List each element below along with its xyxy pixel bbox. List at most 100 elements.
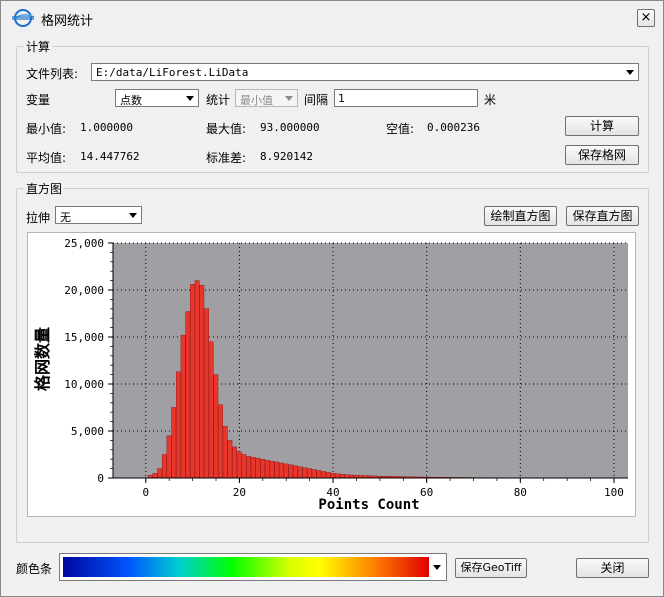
grid-statistics-window: 格网统计 × 计算 文件列表: E:/data/LiForest.LiData … (0, 0, 664, 597)
histogram-chart: 0 20 40 60 80 10005,00010,00015,00020,00025,0… (33, 237, 628, 513)
histogram-bar (278, 462, 284, 479)
x-tick-label: 60 (420, 486, 433, 499)
save-geotiff-button[interactable]: 保存GeoTiff (455, 558, 527, 578)
stretch-label: 拉伸 (26, 211, 51, 225)
chevron-down-icon (129, 213, 137, 218)
histogram-bar (166, 435, 172, 479)
colorbar-gradient (63, 557, 429, 577)
interval-value: 1 (338, 92, 345, 105)
save-histogram-button[interactable]: 保存直方图 (566, 206, 639, 226)
y-tick-label: 0 (97, 472, 104, 485)
histogram-group-title: 直方图 (24, 180, 65, 197)
file-list-value: E:/data/LiForest.LiData (96, 66, 249, 79)
max-value: 93.000000 (260, 121, 320, 134)
window-title: 格网统计 (41, 14, 94, 29)
histogram-bar (302, 467, 308, 479)
min-value: 1.000000 (80, 121, 133, 134)
histogram-chart-panel: 0 20 40 60 80 100 0 5,000 10,000 15,000 20,000 25,0… (27, 232, 636, 517)
histogram-bar (250, 457, 256, 479)
x-tick-label: 0 (142, 486, 149, 499)
histogram-bar (157, 468, 163, 479)
x-tick-label: 80 (514, 486, 527, 499)
mean-value: 14.447762 (80, 150, 140, 163)
y-tick-label: 5,000 (71, 425, 104, 438)
histogram-bar (204, 308, 209, 479)
histogram-bar (152, 473, 158, 479)
variable-select[interactable]: 点数 (115, 89, 199, 107)
histogram-bar (218, 404, 223, 479)
save-grid-button[interactable]: 保存格网 (565, 145, 639, 165)
null-label: 空值: (386, 122, 415, 136)
stretch-select[interactable]: 无 (55, 206, 142, 224)
histogram-bar (236, 451, 242, 479)
chevron-down-icon (626, 70, 634, 75)
histogram-bar (335, 473, 340, 479)
interval-label: 间隔 (304, 93, 329, 107)
histogram-bar (260, 458, 266, 479)
histogram-bar (227, 440, 233, 479)
chevron-down-icon (433, 565, 441, 570)
draw-histogram-button[interactable]: 绘制直方图 (484, 206, 557, 226)
variable-value: 点数 (120, 94, 142, 107)
histogram-bar (321, 471, 326, 479)
interval-unit: 米 (484, 93, 497, 107)
histogram-bar (241, 454, 247, 479)
histogram-bar (316, 470, 322, 479)
calc-group-title: 计算 (24, 38, 53, 55)
histogram-bar (161, 454, 167, 479)
compute-button[interactable]: 计算 (565, 116, 639, 136)
histogram-bar (330, 473, 336, 479)
colorbar-label: 颜色条 (16, 562, 53, 576)
histogram-bar (325, 472, 331, 479)
stat-select[interactable]: 最小值 (235, 89, 298, 107)
max-label: 最大值: (206, 122, 247, 136)
histogram-bar (283, 463, 289, 479)
histogram-bar (264, 459, 270, 479)
histogram-bar (180, 334, 186, 479)
histogram-bar (297, 466, 303, 479)
x-tick-label: 20 (233, 486, 246, 499)
histogram-bar (246, 456, 252, 479)
app-logo-icon (12, 9, 35, 27)
min-label: 最小值: (26, 122, 67, 136)
histogram-bar (288, 464, 294, 479)
histogram-bar (274, 461, 280, 479)
std-value: 8.920142 (260, 150, 313, 163)
y-axis-label: 格网数量 (33, 327, 52, 391)
close-icon[interactable]: × (637, 9, 655, 27)
histogram-bar (307, 468, 312, 479)
stretch-value: 无 (60, 211, 71, 224)
interval-input[interactable]: 1 (334, 89, 478, 107)
histogram-bar (293, 465, 298, 479)
chevron-down-icon (285, 96, 293, 101)
chevron-down-icon (186, 96, 194, 101)
histogram-bar (232, 446, 237, 479)
std-label: 标准差: (206, 151, 247, 165)
title-bar[interactable]: 格网统计 × (1, 1, 663, 35)
histogram-bar (171, 407, 177, 479)
null-value: 0.000236 (427, 121, 480, 134)
histogram-bar (255, 458, 261, 479)
file-list-label: 文件列表: (26, 67, 79, 81)
stat-label: 统计 (206, 93, 231, 107)
histogram-bar (185, 311, 191, 479)
colorbar-select[interactable] (59, 553, 447, 581)
y-tick-label: 20,000 (64, 284, 104, 297)
close-button[interactable]: 关闭 (576, 558, 649, 578)
stat-value: 最小值 (240, 94, 273, 107)
histogram-bar (190, 284, 195, 479)
histogram-bar (269, 460, 275, 479)
histogram-bar (175, 371, 181, 479)
histogram-bar (199, 285, 205, 479)
y-tick-label: 25,000 (64, 237, 104, 250)
histogram-bar (311, 469, 317, 479)
file-list-select[interactable]: E:/data/LiForest.LiData (91, 63, 639, 81)
histogram-bar (222, 426, 228, 479)
variable-label: 变量 (26, 93, 51, 107)
histogram-bar (208, 341, 214, 479)
x-axis-label: Points Count (318, 497, 419, 513)
y-tick-label: 15,000 (64, 331, 104, 344)
histogram-bar (213, 374, 219, 479)
x-tick-label: 100 (604, 486, 624, 499)
histogram-bar (339, 474, 345, 479)
